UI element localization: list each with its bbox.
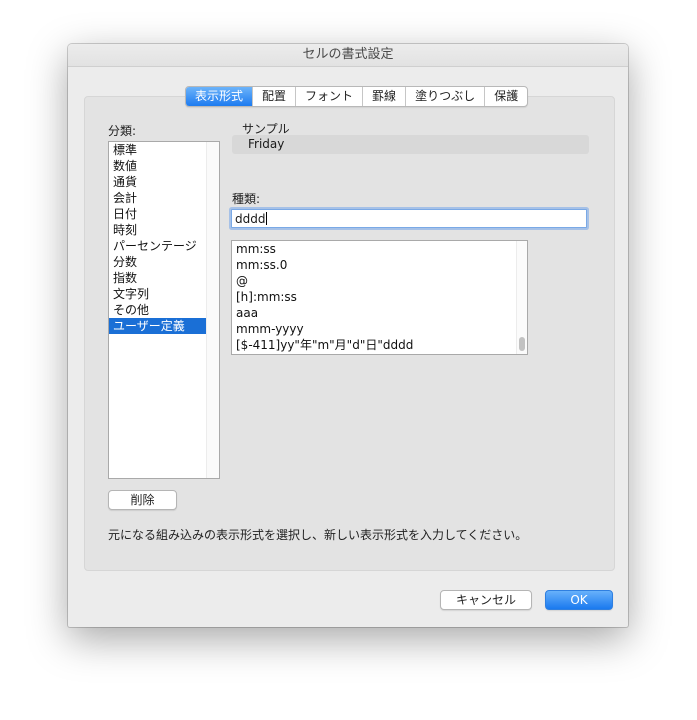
cancel-button[interactable]: キャンセル <box>440 590 532 610</box>
format-cells-dialog: セルの書式設定 表示形式 配置 フォント 罫線 塗りつぶし 保護 分類: 標準 … <box>68 44 628 627</box>
tab-number-format[interactable]: 表示形式 <box>186 87 254 106</box>
list-item[interactable]: 数値 <box>109 158 209 174</box>
tab-border[interactable]: 罫線 <box>363 87 407 106</box>
list-item[interactable]: mmm-yyyy <box>232 321 527 337</box>
format-scrollbar-thumb[interactable] <box>519 337 525 351</box>
list-item[interactable]: mm:ss <box>232 241 527 257</box>
list-item[interactable]: @ <box>232 273 527 289</box>
type-input-value: dddd <box>235 212 266 226</box>
list-item[interactable]: 通貨 <box>109 174 209 190</box>
list-item[interactable]: 日付 <box>109 206 209 222</box>
category-scrollbar[interactable] <box>206 142 219 478</box>
list-item[interactable]: 指数 <box>109 270 209 286</box>
format-list[interactable]: mm:ss mm:ss.0 @ [h]:mm:ss aaa mmm-yyyy [… <box>231 240 528 355</box>
list-item[interactable]: [$-411]yy"年"m"月"d"日"dddd <box>232 337 527 353</box>
list-item[interactable]: 分数 <box>109 254 209 270</box>
type-input[interactable]: dddd <box>231 209 587 228</box>
category-list[interactable]: 標準 数値 通貨 会計 日付 時刻 パーセンテージ 分数 指数 文字列 その他 … <box>108 141 220 479</box>
list-item[interactable]: パーセンテージ <box>109 238 209 254</box>
category-label: 分類: <box>108 124 137 138</box>
tab-bar: 表示形式 配置 フォント 罫線 塗りつぶし 保護 <box>185 86 529 107</box>
list-item[interactable]: 標準 <box>109 142 209 158</box>
list-item[interactable]: その他 <box>109 302 209 318</box>
list-item[interactable]: 文字列 <box>109 286 209 302</box>
delete-button[interactable]: 削除 <box>108 490 177 510</box>
text-caret <box>266 212 268 225</box>
list-item[interactable]: 時刻 <box>109 222 209 238</box>
tab-fill[interactable]: 塗りつぶし <box>406 87 486 106</box>
list-item[interactable]: [h]:mm:ss <box>232 289 527 305</box>
list-item[interactable]: 会計 <box>109 190 209 206</box>
ok-button[interactable]: OK <box>545 590 613 610</box>
tab-protection[interactable]: 保護 <box>485 87 527 106</box>
window-title: セルの書式設定 <box>68 44 628 67</box>
type-label: 種類: <box>232 192 261 206</box>
sample-preview: Friday <box>232 135 589 154</box>
list-item-selected[interactable]: ユーザー定義 <box>109 318 209 334</box>
tab-font[interactable]: フォント <box>296 87 364 106</box>
list-item[interactable]: mm:ss.0 <box>232 257 527 273</box>
tab-alignment[interactable]: 配置 <box>253 87 297 106</box>
list-item[interactable]: aaa <box>232 305 527 321</box>
sample-value: Friday <box>248 137 285 151</box>
description-text: 元になる組み込みの表示形式を選択し、新しい表示形式を入力してください。 <box>108 528 528 542</box>
